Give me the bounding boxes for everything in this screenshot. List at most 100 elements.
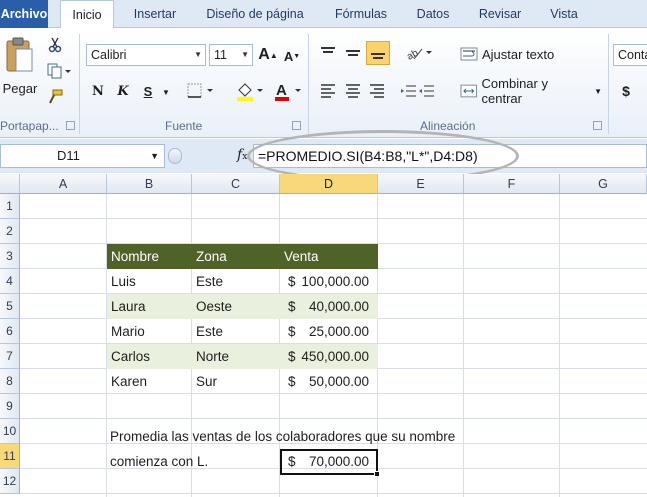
- align-center-icon[interactable]: [342, 80, 364, 102]
- gridline: [20, 493, 647, 494]
- currency-button[interactable]: $: [618, 80, 634, 102]
- align-left-icon[interactable]: [317, 80, 339, 102]
- font-name-select[interactable]: Calibri ▼: [86, 44, 206, 66]
- gridline: [463, 194, 464, 497]
- select-all-corner[interactable]: [0, 174, 20, 194]
- cut-icon[interactable]: [46, 36, 64, 54]
- borders-icon[interactable]: [186, 81, 218, 101]
- row-header-11[interactable]: 11: [0, 444, 20, 469]
- tab-file[interactable]: Archivo: [0, 0, 48, 28]
- table-cell-sale[interactable]: $25,000.00: [280, 319, 378, 344]
- row-header-9[interactable]: 9: [0, 394, 20, 419]
- table-cell-sale[interactable]: $100,000.00: [280, 269, 378, 294]
- format-painter-icon[interactable]: [46, 88, 64, 106]
- tab-review[interactable]: Revisar: [470, 0, 530, 28]
- table-cell-sale[interactable]: $40,000.00: [280, 294, 378, 319]
- column-header-c[interactable]: C: [192, 174, 280, 194]
- tab-data[interactable]: Datos: [408, 0, 458, 28]
- currency-symbol: $: [288, 299, 296, 314]
- row-header-12[interactable]: 12: [0, 469, 20, 494]
- row-header-10[interactable]: 10: [0, 419, 20, 444]
- table-cell-sale[interactable]: $450,000.00: [280, 344, 378, 369]
- table-cell-name[interactable]: Luis: [107, 269, 192, 294]
- align-right-icon[interactable]: [366, 80, 388, 102]
- table-cell-zone[interactable]: Oeste: [192, 294, 280, 319]
- table-cell-name[interactable]: Mario: [107, 319, 192, 344]
- name-box[interactable]: D11 ▼: [0, 144, 165, 168]
- table-header-sale[interactable]: Venta: [280, 244, 378, 269]
- table-header-zone[interactable]: Zona: [192, 244, 280, 269]
- font-group-label: Fuente: [165, 119, 203, 133]
- table-cell-zone[interactable]: Este: [192, 319, 280, 344]
- alignment-launcher-icon[interactable]: [593, 121, 602, 130]
- gridline: [20, 218, 647, 219]
- underline-button[interactable]: S: [138, 81, 158, 101]
- copy-icon[interactable]: [46, 62, 72, 80]
- table-cell-sale[interactable]: $50,000.00: [280, 369, 378, 394]
- tab-insert[interactable]: Insertar: [125, 0, 185, 28]
- orientation-icon[interactable]: ab: [405, 42, 435, 64]
- row-header-6[interactable]: 6: [0, 319, 20, 344]
- table-cell-name[interactable]: Karen: [107, 369, 192, 394]
- merge-center-icon: [460, 84, 478, 98]
- align-bottom-icon[interactable]: [366, 41, 390, 65]
- font-size-value: 11: [214, 48, 227, 62]
- gridline: [559, 194, 560, 497]
- row-header-3[interactable]: 3: [0, 244, 20, 269]
- grow-font-icon[interactable]: A ▲: [258, 44, 278, 66]
- fill-color-icon[interactable]: [234, 80, 268, 102]
- shrink-font-icon[interactable]: A ▼: [282, 46, 302, 66]
- table-header-name[interactable]: Nombre: [107, 244, 192, 269]
- clipboard-launcher-icon[interactable]: [66, 121, 75, 130]
- bold-button[interactable]: N: [88, 81, 108, 101]
- tab-view[interactable]: Vista: [542, 0, 586, 28]
- insert-function-icon[interactable]: fx: [237, 147, 247, 163]
- italic-button[interactable]: K: [113, 81, 133, 101]
- column-header-b[interactable]: B: [107, 174, 192, 194]
- font-launcher-icon[interactable]: [292, 121, 301, 130]
- table-cell-name[interactable]: Laura: [107, 294, 192, 319]
- tab-formulas[interactable]: Fórmulas: [326, 0, 396, 28]
- paste-icon[interactable]: [2, 34, 36, 76]
- table-cell-name[interactable]: Carlos: [107, 344, 192, 369]
- row-header-5[interactable]: 5: [0, 294, 20, 319]
- chevron-down-icon: ▼: [594, 86, 602, 96]
- column-header-g[interactable]: G: [560, 174, 647, 194]
- clipboard-group-label: Portapap...: [0, 119, 59, 133]
- splitter-handle-icon[interactable]: [168, 148, 182, 164]
- align-middle-icon[interactable]: [342, 42, 364, 64]
- name-box-value: D11: [57, 148, 80, 163]
- column-header-e[interactable]: E: [378, 174, 464, 194]
- tab-page-layout[interactable]: Diseño de página: [196, 0, 314, 28]
- row-header-8[interactable]: 8: [0, 369, 20, 394]
- sale-amount: 100,000.00: [301, 274, 369, 289]
- font-size-select[interactable]: 11 ▼: [209, 44, 253, 66]
- column-header-d[interactable]: D: [280, 174, 378, 194]
- table-cell-zone[interactable]: Sur: [192, 369, 280, 394]
- row-header-2[interactable]: 2: [0, 219, 20, 244]
- instruction-text-line1[interactable]: Promedia las ventas de los colaboradores…: [110, 424, 455, 449]
- chevron-down-icon[interactable]: ▼: [160, 82, 172, 102]
- group-separator: [308, 34, 309, 134]
- svg-text:A: A: [276, 82, 287, 99]
- ribbon: Pegar Portapap... Calibri ▼ 11 ▼ A ▲ A ▼ N…: [0, 28, 647, 138]
- sale-amount: 40,000.00: [308, 299, 369, 314]
- align-top-icon[interactable]: [317, 42, 339, 64]
- number-format-select[interactable]: Conta: [613, 44, 647, 66]
- currency-symbol: $: [288, 274, 296, 289]
- tab-home[interactable]: Inicio: [60, 0, 114, 29]
- row-header-4[interactable]: 4: [0, 269, 20, 294]
- column-header-f[interactable]: F: [464, 174, 560, 194]
- wrap-text-button[interactable]: Ajustar texto: [460, 44, 556, 64]
- font-color-icon[interactable]: A: [272, 80, 306, 102]
- fill-handle[interactable]: [374, 471, 380, 477]
- indent-icons[interactable]: [400, 80, 436, 102]
- row-header-7[interactable]: 7: [0, 344, 20, 369]
- row-header-1[interactable]: 1: [0, 194, 20, 219]
- table-cell-zone[interactable]: Norte: [192, 344, 280, 369]
- merge-center-button[interactable]: Combinar y centrar ▼: [460, 76, 602, 106]
- instruction-text-line2[interactable]: comienza con L.: [110, 449, 208, 474]
- column-header-a[interactable]: A: [20, 174, 107, 194]
- table-cell-zone[interactable]: Este: [192, 269, 280, 294]
- paste-button[interactable]: Pegar: [2, 79, 38, 97]
